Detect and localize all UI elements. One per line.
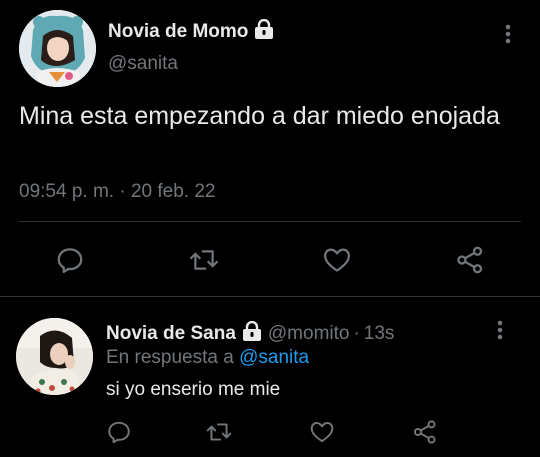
- lock-icon: [254, 18, 274, 45]
- author-name-text: Novia de Sana: [106, 323, 236, 344]
- retweet-icon[interactable]: [203, 418, 235, 446]
- more-options-icon[interactable]: [490, 318, 510, 342]
- author-handle[interactable]: @sanita: [108, 53, 178, 75]
- like-icon[interactable]: [306, 418, 338, 446]
- avatar-image: [19, 10, 96, 87]
- tweet-timestamp[interactable]: 09:54 p. m. · 20 feb. 22: [19, 181, 215, 203]
- tweet-text: Mina esta empezando a dar miedo enojada: [19, 102, 500, 130]
- reply-time[interactable]: 13s: [364, 323, 395, 344]
- replying-to-handle-link[interactable]: @sanita: [239, 347, 309, 368]
- avatar-image: [16, 318, 93, 395]
- share-icon[interactable]: [409, 418, 441, 446]
- reply-icon[interactable]: [52, 244, 88, 276]
- author-name[interactable]: Novia de Sana: [106, 320, 262, 347]
- main-tweet: Novia de Momo @sanita Mina esta empezand…: [0, 0, 540, 296]
- author-name-text: Novia de Momo: [108, 21, 249, 42]
- lock-icon: [242, 320, 262, 347]
- separator: ·: [353, 323, 360, 344]
- tweet-divider: [0, 296, 540, 297]
- reply-icon[interactable]: [103, 418, 135, 446]
- like-icon[interactable]: [319, 244, 355, 276]
- reply-header: Novia de Sana @momito · 13s: [106, 320, 395, 347]
- divider: [19, 221, 521, 222]
- more-options-icon[interactable]: [498, 22, 518, 46]
- retweet-icon[interactable]: [186, 244, 222, 276]
- avatar[interactable]: [19, 10, 96, 87]
- replying-to-label: En respuesta a: [106, 347, 234, 368]
- author-name[interactable]: Novia de Momo: [108, 18, 274, 45]
- tweet-detail-screen: Novia de Momo @sanita Mina esta empezand…: [0, 0, 540, 457]
- share-icon[interactable]: [452, 244, 488, 276]
- author-handle[interactable]: @momito: [268, 323, 350, 344]
- avatar[interactable]: [16, 318, 93, 395]
- reply-text: si yo enserio me mie: [106, 379, 281, 400]
- replying-to: En respuesta a @sanita: [106, 347, 309, 369]
